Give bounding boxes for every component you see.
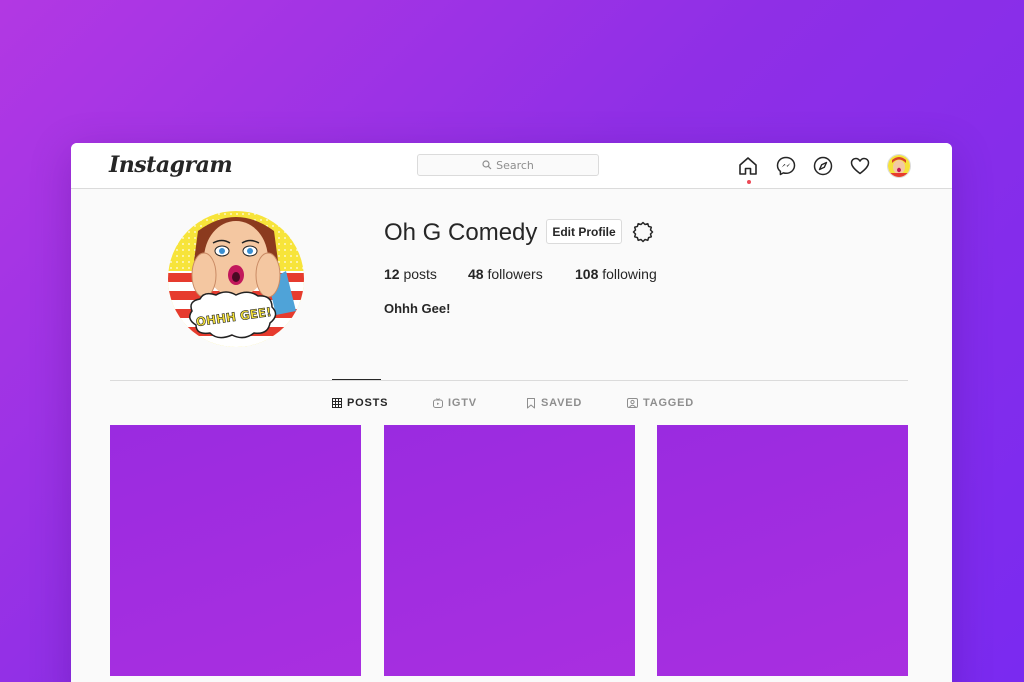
profile-bio: Ohhh Gee!	[384, 301, 451, 316]
tab-saved[interactable]: SAVED	[526, 396, 582, 410]
search-input[interactable]	[418, 155, 598, 175]
post-thumbnail-2[interactable]	[384, 425, 635, 676]
profile-username: Oh G Comedy	[384, 219, 538, 246]
messenger-icon[interactable]	[775, 155, 797, 177]
tab-tagged-label: TAGGED	[643, 397, 695, 409]
active-tab-indicator	[332, 379, 381, 380]
profile-picture[interactable]: OHHH GEE!	[168, 211, 304, 347]
search-box[interactable]	[417, 154, 599, 176]
heart-icon[interactable]	[849, 155, 871, 177]
tab-saved-label: SAVED	[541, 397, 583, 409]
browser-window: Instagram Search OHHH GEE! Oh G Comedy E…	[71, 143, 952, 682]
tab-posts-label: POSTS	[347, 397, 389, 409]
avatar[interactable]	[887, 154, 911, 178]
top-navigation-bar: Instagram	[71, 143, 952, 189]
bookmark-icon	[527, 397, 535, 408]
post-thumbnail-3[interactable]	[657, 425, 908, 676]
igtv-icon	[433, 398, 443, 408]
avatar-image	[888, 155, 910, 177]
grid-icon	[332, 398, 342, 408]
settings-gear-icon[interactable]	[631, 220, 655, 244]
followers-stat[interactable]: 48 followers	[468, 266, 543, 282]
tag-person-icon	[627, 398, 638, 408]
following-stat[interactable]: 108 following	[575, 266, 657, 282]
explore-icon[interactable]	[812, 155, 834, 177]
tab-tagged[interactable]: TAGGED	[627, 396, 694, 410]
tab-igtv-label: IGTV	[448, 397, 477, 409]
tab-posts[interactable]: POSTS	[332, 396, 388, 410]
profile-illustration: OHHH GEE!	[168, 211, 304, 347]
edit-profile-button[interactable]: Edit Profile	[546, 219, 622, 244]
posts-stat[interactable]: 12 posts	[384, 266, 437, 282]
post-thumbnail-1[interactable]	[110, 425, 361, 676]
tabs-divider	[110, 380, 908, 381]
instagram-logo[interactable]: Instagram	[109, 152, 233, 178]
tab-igtv[interactable]: IGTV	[433, 396, 477, 410]
notification-dot	[747, 180, 751, 184]
home-icon[interactable]	[737, 155, 759, 177]
